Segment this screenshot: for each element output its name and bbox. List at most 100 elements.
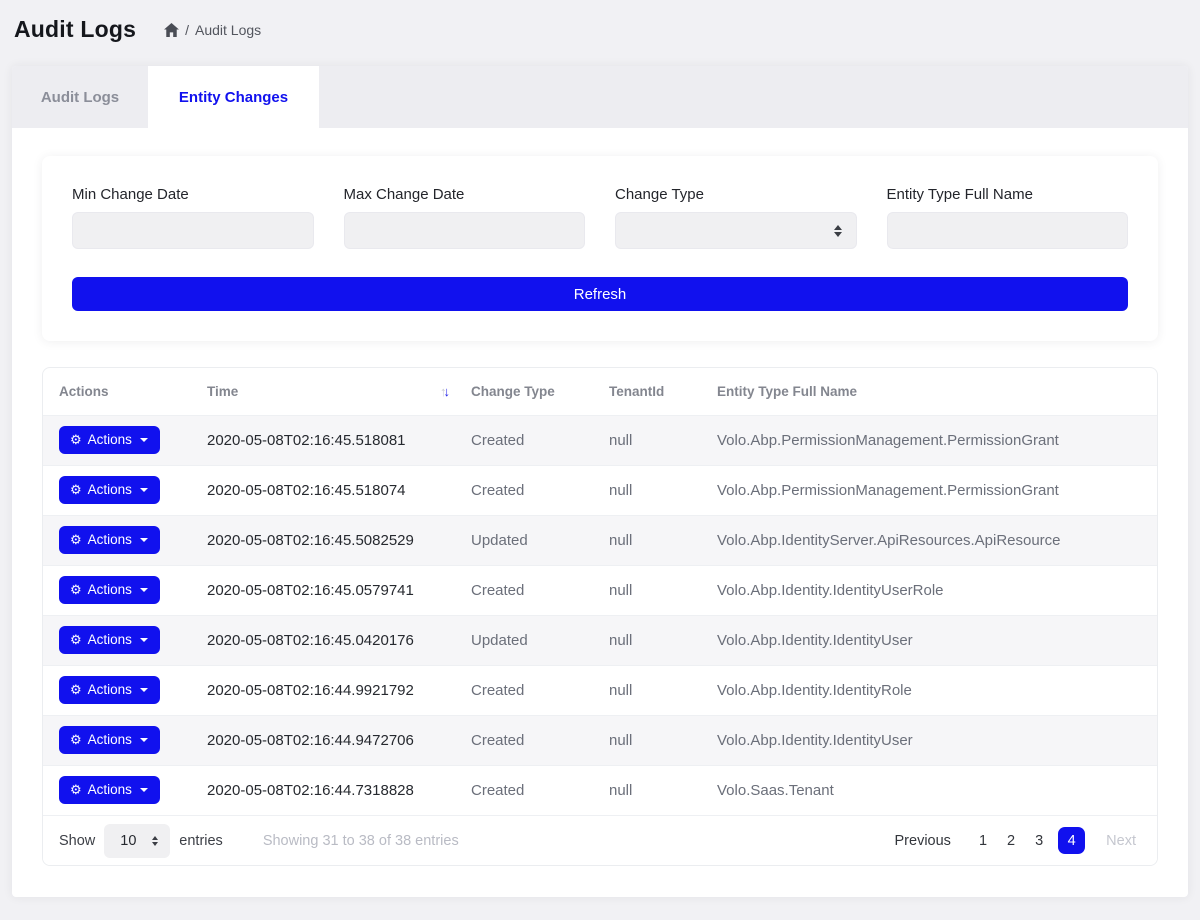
caret-down-icon: [140, 538, 148, 542]
column-header-actions: Actions: [43, 368, 191, 415]
pagination-page-2[interactable]: 2: [1002, 829, 1020, 853]
cell-time: 2020-05-08T02:16:45.5082529: [191, 515, 455, 565]
table-header-row: Actions Time ↑↓ Change Type TenantId Ent…: [43, 368, 1157, 415]
caret-down-icon: [140, 438, 148, 442]
row-actions-button[interactable]: ⚙ Actions: [59, 626, 160, 654]
tab-strip: Audit Logs Entity Changes: [12, 66, 1188, 128]
tab-entity-changes[interactable]: Entity Changes: [148, 66, 319, 128]
cell-tenant-id: null: [593, 415, 701, 465]
breadcrumb: / Audit Logs: [164, 22, 261, 38]
cell-actions: ⚙ Actions: [43, 665, 191, 715]
table-info: Showing 31 to 38 of 38 entries: [263, 833, 459, 849]
filter-field-change-type: Change Type: [615, 186, 857, 249]
cell-actions: ⚙ Actions: [43, 615, 191, 665]
pagination-page-4[interactable]: 4: [1058, 827, 1085, 854]
table-row: ⚙ Actions 2020-05-08T02:16:45.0420176 Up…: [43, 615, 1157, 665]
entity-type-label: Entity Type Full Name: [887, 186, 1129, 203]
cell-entity-type: Volo.Abp.IdentityServer.ApiResources.Api…: [701, 515, 1157, 565]
gear-icon: ⚙: [70, 783, 82, 796]
caret-down-icon: [140, 738, 148, 742]
pagination-previous[interactable]: Previous: [890, 829, 956, 853]
breadcrumb-current: Audit Logs: [195, 22, 261, 38]
row-actions-button[interactable]: ⚙ Actions: [59, 676, 160, 704]
entries-label: entries: [179, 833, 223, 849]
cell-tenant-id: null: [593, 465, 701, 515]
tab-audit-logs[interactable]: Audit Logs: [12, 66, 148, 128]
min-change-date-input[interactable]: [72, 212, 314, 249]
cell-time: 2020-05-08T02:16:45.518074: [191, 465, 455, 515]
sort-icon[interactable]: ↑↓: [440, 384, 447, 399]
caret-down-icon: [140, 788, 148, 792]
entity-type-input[interactable]: [887, 212, 1129, 249]
caret-down-icon: [140, 488, 148, 492]
cell-entity-type: Volo.Abp.PermissionManagement.Permission…: [701, 465, 1157, 515]
table-row: ⚙ Actions 2020-05-08T02:16:45.5082529 Up…: [43, 515, 1157, 565]
min-change-date-label: Min Change Date: [72, 186, 314, 203]
cell-tenant-id: null: [593, 665, 701, 715]
page-size-updown-icon: [152, 836, 158, 846]
page-size-select[interactable]: 10: [104, 824, 170, 858]
change-type-label: Change Type: [615, 186, 857, 203]
cell-change-type: Created: [455, 665, 593, 715]
gear-icon: ⚙: [70, 683, 82, 696]
gear-icon: ⚙: [70, 533, 82, 546]
gear-icon: ⚙: [70, 633, 82, 646]
select-updown-icon: [834, 225, 842, 237]
cell-time: 2020-05-08T02:16:45.0420176: [191, 615, 455, 665]
entity-changes-table-card: Actions Time ↑↓ Change Type TenantId Ent…: [42, 367, 1158, 866]
page-title: Audit Logs: [14, 16, 136, 43]
cell-entity-type: Volo.Abp.Identity.IdentityUser: [701, 615, 1157, 665]
table-body: ⚙ Actions 2020-05-08T02:16:45.518081 Cre…: [43, 415, 1157, 815]
cell-tenant-id: null: [593, 715, 701, 765]
pagination-next[interactable]: Next: [1101, 829, 1141, 853]
page-header: Audit Logs / Audit Logs: [0, 0, 1200, 54]
pagination: Previous 1234 Next: [890, 827, 1141, 854]
cell-entity-type: Volo.Saas.Tenant: [701, 765, 1157, 815]
cell-actions: ⚙ Actions: [43, 465, 191, 515]
column-header-tenant-id: TenantId: [593, 368, 701, 415]
refresh-button[interactable]: Refresh: [72, 277, 1128, 311]
cell-tenant-id: null: [593, 615, 701, 665]
cell-entity-type: Volo.Abp.Identity.IdentityUser: [701, 715, 1157, 765]
column-header-time[interactable]: Time ↑↓: [191, 368, 455, 415]
cell-time: 2020-05-08T02:16:45.0579741: [191, 565, 455, 615]
cell-change-type: Created: [455, 465, 593, 515]
cell-tenant-id: null: [593, 565, 701, 615]
gear-icon: ⚙: [70, 433, 82, 446]
filter-grid: Min Change Date Max Change Date Change T…: [72, 186, 1128, 249]
cell-entity-type: Volo.Abp.PermissionManagement.Permission…: [701, 415, 1157, 465]
cell-actions: ⚙ Actions: [43, 715, 191, 765]
table-row: ⚙ Actions 2020-05-08T02:16:44.9472706 Cr…: [43, 715, 1157, 765]
row-actions-button[interactable]: ⚙ Actions: [59, 776, 160, 804]
table-row: ⚙ Actions 2020-05-08T02:16:45.518074 Cre…: [43, 465, 1157, 515]
table-row: ⚙ Actions 2020-05-08T02:16:44.7318828 Cr…: [43, 765, 1157, 815]
breadcrumb-separator: /: [185, 22, 189, 38]
pagination-page-1[interactable]: 1: [974, 829, 992, 853]
cell-tenant-id: null: [593, 765, 701, 815]
gear-icon: ⚙: [70, 483, 82, 496]
tab-content: Min Change Date Max Change Date Change T…: [12, 128, 1188, 866]
cell-actions: ⚙ Actions: [43, 515, 191, 565]
cell-entity-type: Volo.Abp.Identity.IdentityUserRole: [701, 565, 1157, 615]
max-change-date-label: Max Change Date: [344, 186, 586, 203]
pagination-page-3[interactable]: 3: [1030, 829, 1048, 853]
change-type-select[interactable]: [615, 212, 857, 249]
cell-change-type: Created: [455, 565, 593, 615]
row-actions-button[interactable]: ⚙ Actions: [59, 426, 160, 454]
cell-time: 2020-05-08T02:16:45.518081: [191, 415, 455, 465]
home-icon[interactable]: [164, 23, 179, 37]
cell-actions: ⚙ Actions: [43, 765, 191, 815]
table-row: ⚙ Actions 2020-05-08T02:16:45.0579741 Cr…: [43, 565, 1157, 615]
max-change-date-input[interactable]: [344, 212, 586, 249]
cell-actions: ⚙ Actions: [43, 415, 191, 465]
row-actions-button[interactable]: ⚙ Actions: [59, 526, 160, 554]
cell-time: 2020-05-08T02:16:44.9472706: [191, 715, 455, 765]
cell-time: 2020-05-08T02:16:44.7318828: [191, 765, 455, 815]
row-actions-button[interactable]: ⚙ Actions: [59, 576, 160, 604]
row-actions-button[interactable]: ⚙ Actions: [59, 476, 160, 504]
table-footer: Show 10 entries Showing 31 to 38 of 38 e…: [43, 815, 1157, 865]
column-header-change-type: Change Type: [455, 368, 593, 415]
cell-change-type: Created: [455, 415, 593, 465]
table-row: ⚙ Actions 2020-05-08T02:16:44.9921792 Cr…: [43, 665, 1157, 715]
row-actions-button[interactable]: ⚙ Actions: [59, 726, 160, 754]
